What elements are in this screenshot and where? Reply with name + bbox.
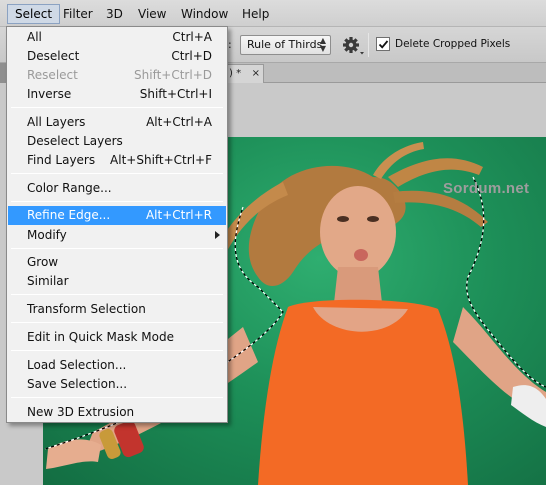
menu-item-find-layers[interactable]: Find Layers Alt+Shift+Ctrl+F — [8, 151, 226, 170]
menu-item-label: New 3D Extrusion — [27, 405, 135, 419]
menu-item-label: Save Selection... — [27, 377, 128, 391]
menu-item-all-layers[interactable]: All Layers Alt+Ctrl+A — [8, 113, 226, 132]
menu-separator — [11, 201, 223, 202]
submenu-arrow-icon — [215, 231, 220, 239]
menu-item-label: Grow — [27, 255, 59, 269]
options-colon: : — [228, 38, 232, 51]
menu-item-label: Deselect — [27, 49, 80, 63]
menu-select[interactable]: Select — [7, 4, 61, 24]
menu-item-shortcut: Alt+Shift+Ctrl+F — [110, 153, 212, 167]
menu-item-reselect: Reselect Shift+Ctrl+D — [8, 66, 226, 85]
document-tab[interactable]: ) * × — [226, 64, 264, 83]
gear-icon[interactable] — [341, 35, 365, 57]
menu-item-label: Reselect — [27, 68, 78, 82]
menu-item-inverse[interactable]: Inverse Shift+Ctrl+I — [8, 85, 226, 104]
menu-item-save-selection[interactable]: Save Selection... — [8, 375, 226, 394]
menu-item-quick-mask[interactable]: Edit in Quick Mask Mode — [8, 328, 226, 347]
menu-item-grow[interactable]: Grow — [8, 253, 226, 272]
menu-item-all[interactable]: All Ctrl+A — [8, 28, 226, 47]
updown-arrows-icon: ▲ ▼ — [319, 36, 326, 53]
menu-3d[interactable]: 3D — [99, 5, 130, 23]
menu-view[interactable]: View — [131, 5, 173, 23]
options-separator — [368, 33, 369, 57]
menu-item-shortcut: Shift+Ctrl+D — [134, 68, 212, 82]
menu-separator — [11, 350, 223, 351]
document-tab-title: ) * — [229, 68, 242, 79]
menu-item-shortcut: Ctrl+D — [171, 49, 212, 63]
menu-separator — [11, 107, 223, 108]
delete-cropped-label: Delete Cropped Pixels — [395, 38, 511, 50]
menu-item-label: All Layers — [27, 115, 86, 129]
watermark-text: Sordum.net — [443, 180, 530, 197]
menu-item-label: Inverse — [27, 87, 72, 101]
menu-item-label: Deselect Layers — [27, 134, 123, 148]
menu-item-deselect[interactable]: Deselect Ctrl+D — [8, 47, 226, 66]
menu-item-label: Load Selection... — [27, 358, 127, 372]
menu-bar: Select Filter 3D View Window Help — [0, 0, 546, 27]
crop-overlay-value: Rule of Thirds — [247, 38, 323, 51]
menu-filter[interactable]: Filter — [56, 5, 100, 23]
menu-window[interactable]: Window — [174, 5, 235, 23]
close-icon[interactable]: × — [252, 65, 260, 82]
menu-separator — [11, 248, 223, 249]
menu-item-label: Edit in Quick Mask Mode — [27, 330, 174, 344]
menu-item-label: Find Layers — [27, 153, 96, 167]
menu-item-label: Modify — [27, 228, 67, 242]
menu-item-label: Similar — [27, 274, 69, 288]
checkmark-icon — [378, 40, 389, 49]
menu-item-transform-selection[interactable]: Transform Selection — [8, 300, 226, 319]
crop-overlay-select[interactable]: Rule of Thirds ▲ ▼ — [240, 35, 331, 55]
select-menu-dropdown: All Ctrl+A Deselect Ctrl+D Reselect Shift+C… — [6, 26, 228, 423]
menu-item-deselect-layers[interactable]: Deselect Layers — [8, 132, 226, 151]
menu-item-new-3d-extrusion[interactable]: New 3D Extrusion — [8, 403, 226, 422]
menu-item-modify[interactable]: Modify — [8, 226, 226, 245]
menu-item-color-range[interactable]: Color Range... — [8, 179, 226, 198]
menu-separator — [11, 397, 223, 398]
delete-cropped-checkbox[interactable] — [376, 37, 390, 51]
menu-item-label: Refine Edge... — [27, 208, 111, 222]
menu-item-load-selection[interactable]: Load Selection... — [8, 356, 226, 375]
menu-item-label: All — [27, 30, 42, 44]
menu-item-similar[interactable]: Similar — [8, 272, 226, 291]
menu-separator — [11, 322, 223, 323]
menu-item-shortcut: Ctrl+A — [172, 30, 212, 44]
menu-item-label: Transform Selection — [27, 302, 146, 316]
menu-item-shortcut: Shift+Ctrl+I — [139, 87, 212, 101]
menu-item-label: Color Range... — [27, 181, 112, 195]
menu-help[interactable]: Help — [235, 5, 276, 23]
menu-item-shortcut: Alt+Ctrl+A — [146, 115, 212, 129]
menu-separator — [11, 173, 223, 174]
menu-separator — [11, 294, 223, 295]
menu-item-refine-edge[interactable]: Refine Edge... Alt+Ctrl+R — [8, 206, 226, 225]
menu-item-shortcut: Alt+Ctrl+R — [145, 208, 212, 222]
